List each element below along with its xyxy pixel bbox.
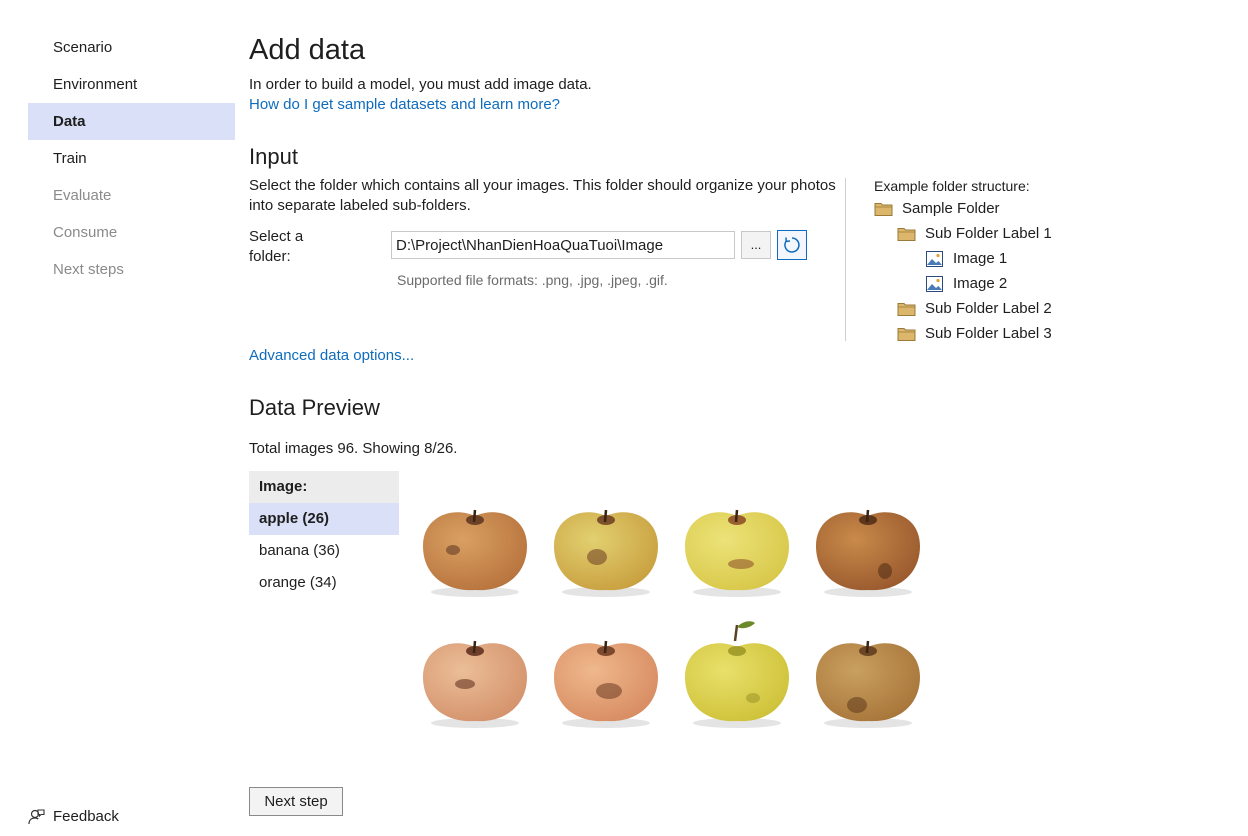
feedback-button[interactable]: Feedback xyxy=(28,808,119,825)
image-icon xyxy=(926,250,943,267)
tree-folder-item: Sample Folder xyxy=(874,196,1104,221)
tree-item-label: Image 2 xyxy=(953,275,1008,292)
refresh-icon xyxy=(784,237,800,253)
tree-image-item: Image 1 xyxy=(874,246,1104,271)
sidebar-item-scenario[interactable]: Scenario xyxy=(28,29,235,66)
image-thumbnail[interactable] xyxy=(544,480,668,604)
image-totals-text: Total images 96. Showing 8/26. xyxy=(249,440,458,457)
folder-icon xyxy=(874,202,893,216)
image-thumbnail[interactable] xyxy=(544,611,668,735)
apple-photo xyxy=(423,509,527,597)
help-link[interactable]: How do I get sample datasets and learn m… xyxy=(249,96,560,113)
example-folder-structure: Example folder structure: Sample Folder S… xyxy=(874,176,1104,346)
input-description: Select the folder which contains all you… xyxy=(249,177,836,214)
folder-icon xyxy=(897,327,916,341)
sidebar-nav: Scenario Environment Data Train Evaluate Cons… xyxy=(28,29,235,288)
apple-photo xyxy=(685,509,789,597)
tree-folder-item: Sub Folder Label 1 xyxy=(874,221,1104,246)
label-count: (26) xyxy=(302,510,330,527)
label-list: Image: apple (26) banana (36) orange (34) xyxy=(249,471,399,599)
image-icon xyxy=(926,275,943,292)
label-count: (34) xyxy=(309,574,337,591)
folder-icon xyxy=(897,227,916,241)
image-thumbnail[interactable] xyxy=(806,611,930,735)
apple-photo xyxy=(554,509,658,597)
folder-icon xyxy=(897,302,916,316)
vertical-divider xyxy=(845,178,846,341)
intro-text: In order to build a model, you must add … xyxy=(249,76,592,93)
tree-item-label: Sub Folder Label 1 xyxy=(925,225,1052,242)
tree-image-item: Image 2 xyxy=(874,271,1104,296)
label-name: orange xyxy=(259,574,306,591)
label-name: banana xyxy=(259,542,310,559)
browse-button[interactable]: ... xyxy=(741,231,771,259)
example-title: Example folder structure: xyxy=(874,178,1030,194)
image-gallery xyxy=(413,480,933,736)
input-section-title: Input xyxy=(249,144,298,169)
label-name: apple xyxy=(259,510,299,527)
sidebar-item-data[interactable]: Data xyxy=(28,103,235,140)
data-preview-title: Data Preview xyxy=(249,395,380,420)
sidebar-item-train[interactable]: Train xyxy=(28,140,235,177)
tree-item-label: Sub Folder Label 2 xyxy=(925,300,1052,317)
image-thumbnail[interactable] xyxy=(413,480,537,604)
feedback-person-icon xyxy=(28,809,45,825)
tree-item-label: Image 1 xyxy=(953,250,1008,267)
sidebar-item-consume: Consume xyxy=(53,224,118,241)
folder-path-input[interactable] xyxy=(391,231,735,259)
apple-photo xyxy=(685,621,789,728)
apple-photo xyxy=(816,509,920,597)
label-row-banana[interactable]: banana (36) xyxy=(249,535,399,567)
apple-photo xyxy=(554,640,658,728)
example-tree: Sample Folder Sub Folder Label 1 Image 1 Im… xyxy=(874,196,1104,346)
image-thumbnail[interactable] xyxy=(413,611,537,735)
label-row-orange[interactable]: orange (34) xyxy=(249,567,399,599)
tree-item-label: Sub Folder Label 3 xyxy=(925,325,1052,342)
feedback-label: Feedback xyxy=(53,808,119,825)
apple-photo xyxy=(816,640,920,728)
sidebar-item-environment[interactable]: Environment xyxy=(28,66,235,103)
label-count: (36) xyxy=(313,542,340,559)
tree-folder-item: Sub Folder Label 2 xyxy=(874,296,1104,321)
sidebar-item-evaluate: Evaluate xyxy=(53,187,112,204)
supported-formats-text: Supported file formats: .png, .jpg, .jpe… xyxy=(397,272,668,288)
label-row-apple[interactable]: apple (26) xyxy=(249,503,399,535)
tree-folder-item: Sub Folder Label 3 xyxy=(874,321,1104,346)
image-thumbnail[interactable] xyxy=(675,480,799,604)
tree-item-label: Sample Folder xyxy=(902,200,1000,217)
apple-photo xyxy=(423,640,527,728)
select-folder-label: Select a folder: xyxy=(249,228,304,265)
image-thumbnail[interactable] xyxy=(675,611,799,735)
label-list-header: Image: xyxy=(249,471,399,503)
next-step-button[interactable]: Next step xyxy=(249,787,343,816)
sidebar-item-next-steps: Next steps xyxy=(53,261,124,278)
page-title: Add data xyxy=(249,34,366,66)
advanced-data-options-link[interactable]: Advanced data options... xyxy=(249,347,414,364)
refresh-button[interactable] xyxy=(777,230,807,260)
image-thumbnail[interactable] xyxy=(806,480,930,604)
